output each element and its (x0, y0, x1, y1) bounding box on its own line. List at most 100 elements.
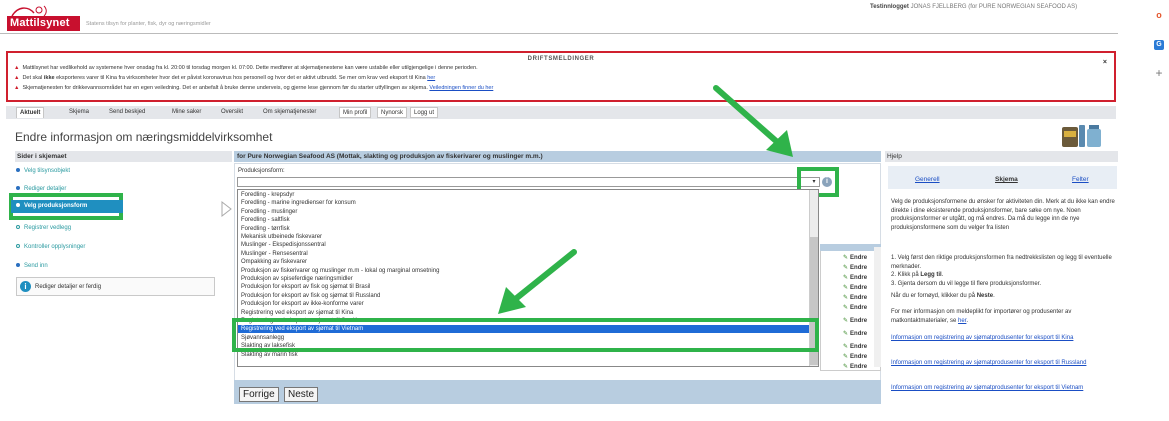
help-header: Hjelp (885, 151, 1118, 162)
endre-link[interactable]: ✎ Endre (843, 264, 867, 271)
endre-label: Endre (850, 318, 868, 324)
endre-label: Endre (850, 344, 868, 350)
dropdown-option[interactable]: Registrering ved eksport av sjømat til K… (241, 309, 353, 317)
tab-logg-ut[interactable]: Logg ut (410, 107, 439, 118)
help-tab-felter[interactable]: Felter (1072, 176, 1089, 183)
tab-aktuelt[interactable]: Aktuelt (16, 107, 45, 118)
bullet-icon (16, 203, 20, 208)
back-button[interactable]: Forrige (239, 387, 279, 402)
dropdown-option[interactable]: Foredling - saltfisk (241, 216, 290, 224)
warning-icon: ▲ (14, 75, 20, 81)
dropdown-option[interactable]: Foredling - tørrfisk (241, 225, 290, 233)
dropdown-option[interactable]: Foredling - krepsdyr (241, 191, 294, 199)
chevron-right-icon (221, 201, 232, 217)
bullet-icon (16, 168, 20, 173)
logo[interactable]: Mattilsynet (7, 16, 80, 31)
drift-line-3: ▲ Skjematjenesten for drikkevannsområdet … (14, 85, 493, 91)
sidebar-info-box: i Rediger detaljer er ferdig (16, 277, 215, 296)
dropdown-option[interactable]: Mekanisk utbeinede fiskevarer (241, 233, 322, 241)
bullet-icon (16, 186, 20, 191)
endre-link[interactable]: ✎ Endre (843, 254, 867, 261)
help-tab-generell[interactable]: Generell (915, 176, 940, 183)
help-link-russland[interactable]: Informasjon om registrering av sjømatpro… (891, 359, 1115, 367)
dropdown-option[interactable]: Muslinger - Rensesentral (241, 250, 308, 258)
help-link-vietnam[interactable]: Informasjon om registrering av sjømatpro… (891, 384, 1115, 392)
dropdown-option[interactable]: Foredling - muslinger (241, 208, 297, 216)
tab-oversikt[interactable]: Oversikt (218, 107, 246, 118)
tab-om-skjematjenester[interactable]: Om skjematjenester (260, 107, 319, 118)
edit-icon: ✎ (843, 344, 849, 350)
endre-link[interactable]: ✎ Endre (843, 304, 867, 311)
endre-label: Endre (850, 285, 868, 291)
bullet-icon (16, 263, 20, 268)
endre-link[interactable]: ✎ Endre (843, 294, 867, 301)
main-nav: Aktuelt Skjema Send beskjed Mine saker O… (6, 106, 1116, 119)
drift-text-2c: eksporteres varer til Kina fra virksomhe… (56, 75, 426, 81)
endre-link[interactable]: ✎ Endre (843, 363, 867, 370)
dropdown-option[interactable]: Produksjon for eksport av ikke-konforme … (241, 300, 364, 308)
dropdown-option[interactable]: Produksjon for eksport av fisk og sjømat… (241, 283, 370, 291)
sidebar-item-kontroller-opplysninger[interactable]: Kontroller opplysninger (16, 244, 85, 250)
button-bar (234, 380, 881, 404)
endre-scrollbar[interactable] (874, 247, 881, 367)
next-button[interactable]: Neste (284, 387, 319, 402)
dropdown-option[interactable]: Produksjon for eksport av fisk og sjømat… (241, 292, 380, 300)
help-step-1: 1. Velg først den riktige produksjonsfor… (891, 255, 1112, 270)
endre-label: Endre (850, 305, 868, 311)
edit-icon: ✎ (843, 255, 849, 261)
help-step-2: 2. Klikk på Legg til. (891, 272, 944, 278)
drift-text-2b: ikke (43, 75, 55, 81)
dropdown-option[interactable]: Ompakking av fiskevarer (241, 258, 307, 266)
edit-icon: ✎ (843, 354, 849, 360)
endre-label: Endre (850, 354, 868, 360)
help-step-3: 3. Gjenta dersom du vil legge til flere … (891, 280, 1042, 287)
edit-icon: ✎ (843, 265, 849, 271)
tab-skjema[interactable]: Skjema (66, 107, 92, 118)
endre-link[interactable]: ✎ Endre (843, 284, 867, 291)
produksjonsform-select[interactable] (237, 177, 820, 187)
sidebar-item-label: Registrer vedlegg (24, 225, 72, 231)
endre-link[interactable]: ✎ Endre (843, 317, 867, 324)
sidebar-item-registrer-vedlegg[interactable]: Registrer vedlegg (16, 225, 71, 231)
add-icon[interactable]: + (1154, 67, 1164, 79)
sidebar-item-velg-tilsynsobjekt[interactable]: Velg tilsynsobjekt (16, 168, 70, 174)
info-icon: i (20, 280, 31, 292)
tab-mine-saker[interactable]: Mine saker (169, 107, 204, 118)
endre-label: Endre (850, 265, 868, 271)
translate-icon[interactable]: G (1154, 40, 1164, 50)
help-link-kina[interactable]: Informasjon om registrering av sjømatpro… (891, 334, 1115, 342)
close-icon[interactable]: × (1103, 59, 1107, 66)
drift-text-1: Mattilsynet har vedlikehold av systemene… (22, 65, 478, 71)
sidebar-item-label: Rediger detaljer (24, 186, 67, 192)
warning-icon: ▲ (14, 85, 20, 91)
endre-link[interactable]: ✎ Endre (843, 343, 867, 350)
tab-send-beskjed[interactable]: Send beskjed (106, 107, 148, 118)
endre-link[interactable]: ✎ Endre (843, 353, 867, 360)
edit-icon: ✎ (843, 285, 849, 291)
sidebar-item-label: Velg tilsynsobjekt (24, 168, 71, 174)
tab-min-profil[interactable]: Min profil (339, 107, 372, 118)
dropdown-option[interactable]: Produksjon av spiseferdige næringsmidler (241, 275, 353, 283)
dropdown-option[interactable]: Foredling - marine ingredienser for kons… (241, 199, 356, 207)
extension-icon[interactable]: o (1154, 10, 1164, 20)
help-tab-skjema[interactable]: Skjema (995, 176, 1018, 183)
endre-link[interactable]: ✎ Endre (843, 274, 867, 281)
dropdown-option[interactable]: Muslinger - Ekspedisjonssentral (241, 241, 326, 249)
login-status: Testinnlogget JONAS FJELLBERG (for PURE … (870, 4, 1077, 10)
tab-nynorsk[interactable]: Nynorsk (377, 107, 408, 118)
sidebar-item-send-inn[interactable]: Send inn (16, 263, 48, 269)
sidebar-item-velg-produksjonsform[interactable]: Velg produksjonsform (11, 200, 123, 213)
help-link-her[interactable]: her (958, 318, 966, 324)
edit-icon: ✎ (843, 318, 849, 324)
drift-link-kina[interactable]: her (427, 75, 435, 81)
drift-link-veiledning[interactable]: Veiledningen finner du her (429, 85, 493, 91)
edit-icon: ✎ (843, 275, 849, 281)
edit-icon: ✎ (843, 364, 849, 370)
endre-link[interactable]: ✎ Endre (843, 330, 867, 337)
login-user: JONAS FJELLBERG (for PURE NORWEGIAN SEAF… (910, 4, 1078, 10)
sidebar-item-rediger-detaljer[interactable]: Rediger detaljer (16, 186, 66, 192)
edit-icon: ✎ (843, 295, 849, 301)
dropdown-option[interactable]: Produksjon av fiskerivarer og muslinger … (241, 267, 439, 275)
edit-icon: ✎ (843, 331, 849, 337)
endre-label: Endre (850, 275, 868, 281)
